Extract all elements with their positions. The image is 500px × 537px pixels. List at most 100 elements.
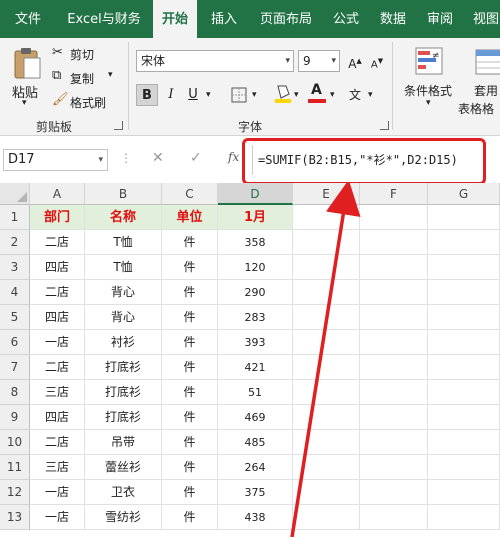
increase-font-icon[interactable]: A▲: [344, 50, 366, 72]
enter-icon[interactable]: ✓: [190, 150, 202, 166]
table-cell[interactable]: 二店: [30, 430, 85, 455]
font-launcher-icon[interactable]: [380, 121, 389, 130]
row-header[interactable]: 7: [0, 355, 30, 380]
format-painter-button[interactable]: 🖌 格式刷: [52, 92, 118, 112]
cancel-icon[interactable]: ✕: [152, 150, 164, 166]
empty-cell[interactable]: [428, 305, 500, 330]
table-cell[interactable]: 打底衫: [85, 380, 162, 405]
empty-cell[interactable]: [293, 480, 360, 505]
row-header[interactable]: 12: [0, 480, 30, 505]
table-cell[interactable]: 件: [162, 230, 218, 255]
empty-cell[interactable]: [293, 430, 360, 455]
chevron-down-icon[interactable]: ▾: [206, 90, 211, 100]
insert-function-icon[interactable]: fx: [228, 150, 239, 164]
table-cell[interactable]: T恤: [85, 230, 162, 255]
empty-cell[interactable]: [360, 255, 428, 280]
cut-button[interactable]: ✂ 剪切: [52, 44, 112, 64]
table-cell[interactable]: 件: [162, 505, 218, 530]
name-box[interactable]: D17 ▾: [3, 149, 108, 171]
row-header[interactable]: 5: [0, 305, 30, 330]
font-size-select[interactable]: 9 ▾: [298, 50, 340, 72]
table-cell[interactable]: 一店: [30, 505, 85, 530]
table-cell[interactable]: 背心: [85, 280, 162, 305]
empty-cell[interactable]: [360, 380, 428, 405]
column-header-b[interactable]: B: [85, 183, 162, 205]
empty-cell[interactable]: [360, 430, 428, 455]
empty-cell[interactable]: [293, 355, 360, 380]
empty-cell[interactable]: [428, 355, 500, 380]
empty-cell[interactable]: [293, 380, 360, 405]
column-header-d[interactable]: D: [218, 183, 293, 205]
table-cell[interactable]: 件: [162, 480, 218, 505]
empty-cell[interactable]: [428, 255, 500, 280]
underline-button[interactable]: U: [182, 84, 204, 106]
empty-cell[interactable]: [360, 205, 428, 230]
tab-page-layout[interactable]: 页面布局: [252, 0, 320, 38]
column-header-g[interactable]: G: [428, 183, 500, 205]
row-header[interactable]: 8: [0, 380, 30, 405]
chevron-down-icon[interactable]: ▾: [368, 90, 373, 100]
phonetic-icon[interactable]: 文: [344, 84, 366, 106]
empty-cell[interactable]: [293, 230, 360, 255]
empty-cell[interactable]: [360, 505, 428, 530]
borders-icon[interactable]: [228, 84, 250, 106]
row-header[interactable]: 1: [0, 205, 30, 230]
empty-cell[interactable]: [293, 280, 360, 305]
table-cell[interactable]: 375: [218, 480, 293, 505]
column-header-c[interactable]: C: [162, 183, 218, 205]
empty-cell[interactable]: [428, 380, 500, 405]
table-cell[interactable]: 283: [218, 305, 293, 330]
table-cell[interactable]: 件: [162, 255, 218, 280]
empty-cell[interactable]: [293, 405, 360, 430]
table-cell[interactable]: 一店: [30, 480, 85, 505]
table-cell[interactable]: 衬衫: [85, 330, 162, 355]
table-cell[interactable]: 件: [162, 455, 218, 480]
table-cell[interactable]: 421: [218, 355, 293, 380]
table-cell[interactable]: 一店: [30, 330, 85, 355]
tab-file[interactable]: 文件: [4, 0, 52, 38]
table-cell[interactable]: 120: [218, 255, 293, 280]
table-cell[interactable]: 438: [218, 505, 293, 530]
empty-cell[interactable]: [428, 430, 500, 455]
empty-cell[interactable]: [293, 205, 360, 230]
table-cell[interactable]: 背心: [85, 305, 162, 330]
format-as-table-button[interactable]: 套用 表格格: [458, 44, 500, 116]
empty-cell[interactable]: [428, 280, 500, 305]
table-cell[interactable]: 二店: [30, 230, 85, 255]
header-cell[interactable]: 部门: [30, 205, 85, 230]
empty-cell[interactable]: [293, 255, 360, 280]
column-header-a[interactable]: A: [30, 183, 85, 205]
table-cell[interactable]: 358: [218, 230, 293, 255]
row-header[interactable]: 4: [0, 280, 30, 305]
header-cell[interactable]: 名称: [85, 205, 162, 230]
empty-cell[interactable]: [293, 505, 360, 530]
table-cell[interactable]: 雪纺衫: [85, 505, 162, 530]
font-color-icon[interactable]: A: [306, 82, 328, 104]
tab-home[interactable]: 开始: [153, 0, 197, 38]
table-cell[interactable]: 打底衫: [85, 405, 162, 430]
row-header[interactable]: 10: [0, 430, 30, 455]
table-cell[interactable]: 吊带: [85, 430, 162, 455]
empty-cell[interactable]: [428, 230, 500, 255]
row-header[interactable]: 9: [0, 405, 30, 430]
decrease-font-icon[interactable]: A▼: [366, 50, 388, 72]
empty-cell[interactable]: [428, 405, 500, 430]
table-cell[interactable]: 51: [218, 380, 293, 405]
row-header[interactable]: 2: [0, 230, 30, 255]
table-cell[interactable]: 打底衫: [85, 355, 162, 380]
empty-cell[interactable]: [360, 480, 428, 505]
table-cell[interactable]: 件: [162, 330, 218, 355]
font-name-select[interactable]: 宋体 ▾: [136, 50, 294, 72]
chevron-down-icon[interactable]: ▾: [294, 90, 299, 100]
chevron-down-icon[interactable]: ▾: [330, 90, 335, 100]
clipboard-launcher-icon[interactable]: [114, 121, 123, 130]
table-cell[interactable]: 件: [162, 430, 218, 455]
table-cell[interactable]: 四店: [30, 305, 85, 330]
tab-view[interactable]: 视图: [466, 0, 500, 38]
empty-cell[interactable]: [360, 330, 428, 355]
table-cell[interactable]: 蕾丝衫: [85, 455, 162, 480]
column-header-e[interactable]: E: [293, 183, 360, 205]
table-cell[interactable]: 三店: [30, 380, 85, 405]
empty-cell[interactable]: [293, 330, 360, 355]
tab-excel-finance[interactable]: Excel与财务: [58, 0, 150, 38]
